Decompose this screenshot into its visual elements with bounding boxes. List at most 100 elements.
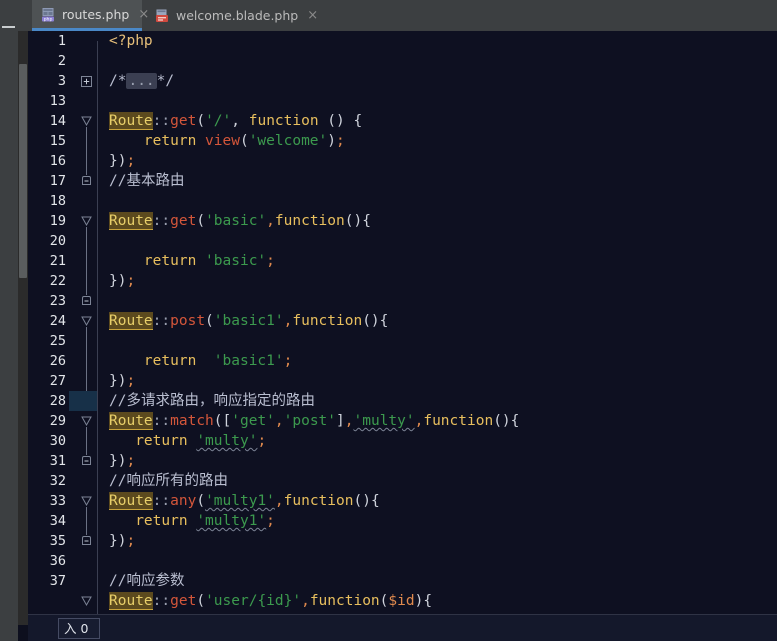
- code-line[interactable]: //基本路由: [97, 171, 777, 191]
- code-line[interactable]: Route::get('/', function () {: [97, 111, 777, 131]
- line-number: 30: [49, 433, 66, 449]
- fold-expand-icon[interactable]: [81, 76, 92, 87]
- line-number: 14: [49, 113, 66, 129]
- code-line[interactable]: Route::get('basic',function(){: [97, 211, 777, 231]
- token-kw-return: return: [135, 513, 188, 529]
- code-line[interactable]: return 'multy';: [97, 431, 777, 451]
- code-line[interactable]: [97, 91, 777, 111]
- token-fn-view: view: [205, 133, 240, 149]
- fold-region-line: [86, 227, 87, 295]
- code-line[interactable]: /*... */: [97, 71, 777, 91]
- code-line[interactable]: Route::match(['get','post'],'multy',func…: [97, 411, 777, 431]
- code-line[interactable]: });: [97, 151, 777, 171]
- line-number-gutter[interactable]: 1 2 3 13 14 15 16 17 18 19 20 21 22 23 2…: [28, 31, 75, 614]
- code-line[interactable]: [97, 291, 777, 311]
- token-fn-get: get: [170, 593, 197, 609]
- line-number: 31: [49, 453, 66, 469]
- code-line-content: Route::get('basic',function(){: [109, 212, 371, 230]
- code-line[interactable]: return 'multy1';: [97, 511, 777, 531]
- code-line[interactable]: return 'basic1';: [97, 351, 777, 371]
- fold-end-icon[interactable]: [81, 535, 92, 546]
- code-line[interactable]: <?php: [97, 31, 777, 51]
- token-class-route: Route: [109, 492, 153, 510]
- editor-vertical-scrollbar-thumb[interactable]: [19, 64, 27, 278]
- fold-end-icon[interactable]: [81, 455, 92, 466]
- fold-collapse-icon[interactable]: [81, 316, 92, 327]
- line-number: 28: [49, 393, 66, 409]
- code-line[interactable]: Route::get('user/{id}',function($id){: [97, 591, 777, 611]
- code-text-area[interactable]: <?php /*... */ Route::get('/', function (…: [69, 31, 777, 614]
- ime-candidate-popup[interactable]: 入 0: [58, 618, 100, 639]
- code-line[interactable]: //响应参数: [97, 571, 777, 591]
- code-line[interactable]: });: [97, 531, 777, 551]
- fold-collapse-icon[interactable]: [81, 116, 92, 127]
- code-line[interactable]: });: [97, 451, 777, 471]
- fold-collapse-icon[interactable]: [81, 216, 92, 227]
- fold-end-icon[interactable]: [81, 175, 92, 186]
- line-number: 21: [49, 253, 66, 269]
- code-line[interactable]: Route::post('basic1',function(){: [97, 311, 777, 331]
- token-str-user-id: 'user/{id}': [205, 593, 302, 609]
- code-line[interactable]: return view('welcome');: [97, 131, 777, 151]
- token-comment-close: */: [156, 73, 175, 89]
- code-editor[interactable]: 1 2 3 13 14 15 16 17 18 19 20 21 22 23 2…: [28, 31, 777, 614]
- code-line[interactable]: [97, 231, 777, 251]
- token-class-route: Route: [109, 412, 153, 430]
- code-line-content: <?php: [109, 31, 153, 51]
- code-line[interactable]: Route::any('multy1',function(){: [97, 491, 777, 511]
- code-line[interactable]: [97, 551, 777, 571]
- code-line[interactable]: [97, 191, 777, 211]
- line-number: 2: [57, 53, 66, 69]
- fold-collapse-icon[interactable]: [81, 596, 92, 607]
- line-number: 3: [57, 73, 66, 89]
- fold-collapse-icon[interactable]: [81, 416, 92, 427]
- collapsed-panel-dash-icon[interactable]: [2, 26, 15, 28]
- token-class-route: Route: [109, 592, 153, 610]
- code-line-content: //响应参数: [109, 573, 185, 589]
- line-number: 22: [49, 273, 66, 289]
- fold-marker-column[interactable]: [75, 31, 97, 614]
- line-number: 16: [49, 153, 66, 169]
- folded-region-placeholder[interactable]: ...: [126, 73, 157, 89]
- code-line[interactable]: [97, 331, 777, 351]
- line-number: 32: [49, 473, 66, 489]
- token-php-open: <?php: [109, 33, 153, 49]
- code-line[interactable]: //响应所有的路由: [97, 471, 777, 491]
- left-tool-strip[interactable]: [0, 0, 18, 641]
- token-str-multy1: 'multy1': [205, 493, 275, 509]
- code-line[interactable]: //多请求路由，响应指定的路由: [69, 391, 777, 411]
- token-kw-function: function: [292, 313, 363, 329]
- line-number: 36: [49, 553, 66, 569]
- code-line-content: });: [109, 453, 136, 469]
- line-number: 20: [49, 233, 66, 249]
- line-number: 13: [49, 93, 66, 109]
- line-number: 37: [49, 573, 66, 589]
- ide-window: php routes.php × welcome.blade.php × 1 2…: [0, 0, 777, 641]
- fold-end-icon[interactable]: [81, 295, 92, 306]
- code-line[interactable]: [97, 51, 777, 71]
- code-line[interactable]: });: [97, 371, 777, 391]
- token-scope-op: ::: [152, 113, 171, 129]
- token-str-multy: 'multy': [353, 413, 415, 429]
- fold-collapse-icon[interactable]: [81, 496, 92, 507]
- token-kw-function: function: [274, 213, 345, 229]
- tab-close-icon[interactable]: ×: [307, 9, 318, 22]
- code-line-content: });: [109, 153, 136, 169]
- code-line[interactable]: });: [97, 271, 777, 291]
- tab-welcome-blade-php[interactable]: welcome.blade.php ×: [146, 0, 318, 31]
- token-str-multy1: 'multy1': [196, 513, 267, 529]
- token-str-welcome: 'welcome': [248, 133, 328, 149]
- token-str-basic1: 'basic1': [213, 353, 284, 369]
- line-number: 19: [49, 213, 66, 229]
- token-fn-post: post: [170, 313, 206, 329]
- token-kw-return: return: [143, 133, 197, 149]
- code-line-content: Route::post('basic1',function(){: [109, 312, 389, 330]
- code-line-content: return 'multy1';: [135, 513, 275, 529]
- token-str-post: 'post': [283, 413, 337, 429]
- line-number: 27: [49, 373, 66, 389]
- tab-routes-php[interactable]: php routes.php ×: [32, 0, 149, 31]
- fold-region-line: [86, 427, 87, 455]
- code-line[interactable]: return 'basic';: [97, 251, 777, 271]
- token-var-id: $id: [388, 593, 415, 609]
- line-marker-highlight: [69, 391, 97, 411]
